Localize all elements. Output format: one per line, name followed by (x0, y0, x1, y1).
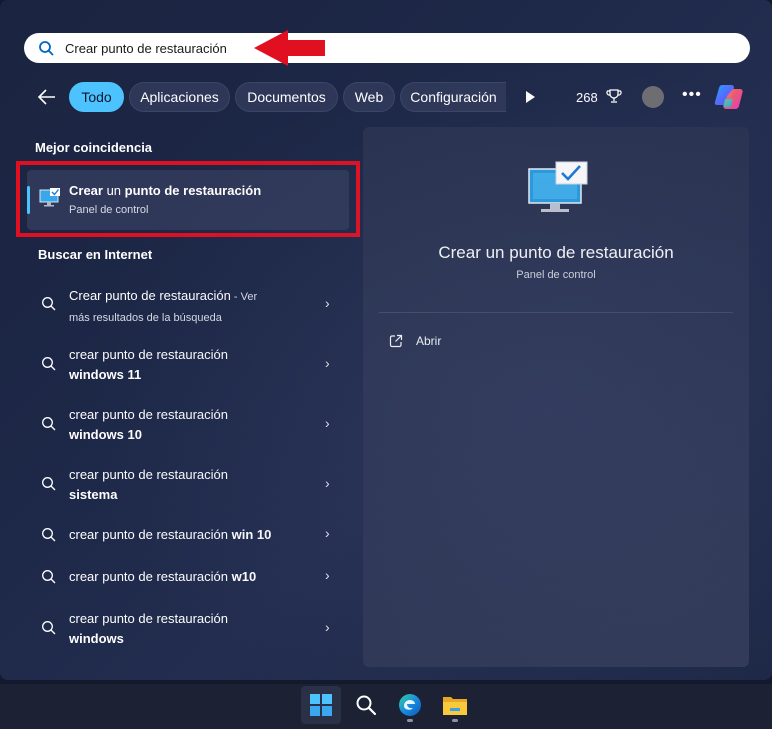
divider (379, 312, 733, 313)
web-result-text: crear punto de restauración w10 (69, 569, 257, 584)
red-arrow-annotation (254, 30, 325, 66)
tab-todo[interactable]: Todo (69, 82, 124, 112)
chevron-right-icon: › (325, 525, 330, 541)
preview-title: Crear un punto de restauración (438, 243, 674, 262)
web-result[interactable]: crear punto de restauración sistema › (27, 464, 349, 506)
taskbar (0, 684, 772, 729)
web-result-text: crear punto de restauración win 10 (69, 527, 272, 542)
open-action-label: Abrir (416, 334, 442, 348)
web-result[interactable]: crear punto de restauración win 10 › (27, 524, 349, 546)
best-match-header: Mejor coincidencia (35, 140, 153, 155)
chevron-right-icon: › (325, 567, 330, 583)
search-icon (42, 477, 56, 491)
chevron-right-icon: › (325, 355, 330, 371)
open-external-icon (389, 334, 403, 348)
preview-panel: Crear un punto de restauración Panel de … (363, 127, 749, 667)
search-icon (42, 570, 56, 584)
search-icon (42, 417, 56, 431)
preview-subtitle: Panel de control (516, 269, 596, 281)
search-icon (42, 297, 56, 311)
web-result[interactable]: crear punto de restauración w10 › (27, 566, 349, 588)
search-input[interactable] (65, 40, 665, 56)
copilot-icon[interactable] (713, 81, 745, 113)
chevron-right-icon: › (325, 415, 330, 431)
search-icon (42, 357, 56, 371)
rewards-points: 268 (576, 90, 598, 105)
web-result[interactable]: Crear punto de restauración - Ver más res… (27, 284, 349, 326)
windows-start-icon[interactable] (309, 693, 333, 717)
chevron-right-icon: › (325, 295, 330, 311)
web-result-text: crear punto de restauración windows 10 (69, 407, 228, 442)
web-result-text: crear punto de restauración windows 11 (69, 347, 228, 382)
more-icon[interactable]: ••• (682, 86, 702, 104)
tab-configuracion[interactable]: Configuración (400, 82, 506, 112)
web-result-text: crear punto de restauración windows (69, 611, 228, 646)
search-box[interactable] (24, 33, 750, 63)
tab-web[interactable]: Web (343, 82, 395, 112)
back-arrow-icon[interactable] (36, 86, 58, 108)
web-result[interactable]: crear punto de restauración windows › (27, 608, 349, 650)
search-web-header: Buscar en Internet (38, 247, 153, 262)
search-icon (39, 41, 54, 56)
tab-aplicaciones[interactable]: Aplicaciones (129, 82, 230, 112)
web-result-text: crear punto de restauración sistema (69, 467, 228, 502)
search-icon (42, 621, 56, 635)
search-icon (42, 528, 56, 542)
chevron-right-icon: › (325, 619, 330, 635)
trophy-icon[interactable] (605, 88, 623, 106)
play-icon[interactable] (523, 90, 537, 104)
taskbar-search-icon[interactable] (355, 694, 377, 716)
avatar[interactable] (642, 86, 664, 108)
search-panel: Todo Aplicaciones Documentos Web Configu… (0, 0, 772, 680)
red-highlight-box (16, 161, 360, 237)
edge-icon[interactable] (398, 693, 422, 717)
file-explorer-icon[interactable] (442, 693, 468, 717)
open-action[interactable]: Abrir (389, 334, 441, 348)
web-result[interactable]: crear punto de restauración windows 10 › (27, 404, 349, 446)
chevron-right-icon: › (325, 475, 330, 491)
monitor-check-icon (528, 161, 588, 212)
running-indicator (452, 719, 458, 722)
running-indicator (407, 719, 413, 722)
web-result-text: Crear punto de restauración - Ver más res… (69, 288, 258, 324)
tab-documentos[interactable]: Documentos (235, 82, 338, 112)
web-result[interactable]: crear punto de restauración windows 11 › (27, 344, 349, 386)
